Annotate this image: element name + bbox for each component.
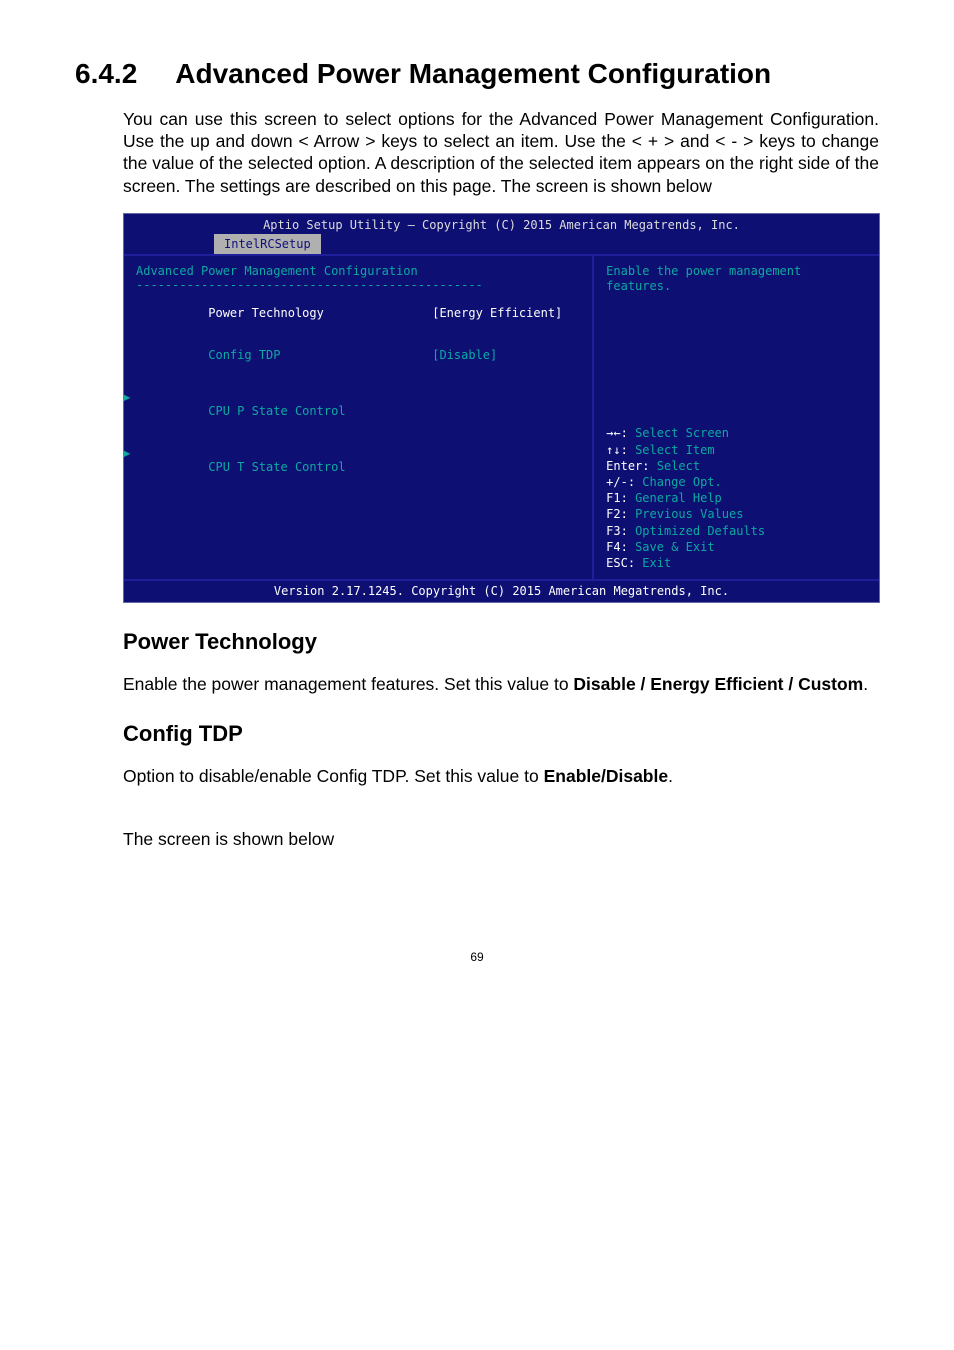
- text-bold: Disable / Energy Efficient / Custom: [573, 674, 863, 694]
- nav-text: Optimized Defaults: [628, 524, 765, 538]
- subheading-power-technology: Power Technology: [123, 629, 879, 655]
- intro-paragraph: You can use this screen to select option…: [123, 108, 879, 198]
- bios-titlebar: Aptio Setup Utility – Copyright (C) 2015…: [124, 214, 879, 232]
- nav-text: Select Screen: [628, 426, 729, 440]
- nav-key: F4:: [606, 540, 628, 554]
- bios-item-label: CPU T State Control: [208, 460, 345, 474]
- nav-text: Change Opt.: [635, 475, 722, 489]
- power-technology-description: Enable the power management features. Se…: [123, 673, 879, 696]
- bios-left-panel: Advanced Power Management Configuration …: [124, 256, 594, 579]
- section-heading: 6.4.2 Advanced Power Management Configur…: [75, 58, 879, 90]
- nav-text: Previous Values: [628, 507, 744, 521]
- nav-key: F2:: [606, 507, 628, 521]
- nav-key: →←:: [606, 426, 628, 440]
- nav-text: Select: [650, 459, 701, 473]
- page-number: 69: [75, 950, 879, 964]
- bios-screenshot: Aptio Setup Utility – Copyright (C) 2015…: [123, 213, 880, 603]
- config-tdp-description: Option to disable/enable Config TDP. Set…: [123, 765, 879, 788]
- bios-item-value: [Disable]: [432, 348, 497, 362]
- nav-key: F1:: [606, 491, 628, 505]
- section-title: Advanced Power Management Configuration: [175, 58, 771, 90]
- bios-item-value: [Energy Efficient]: [432, 306, 562, 320]
- bios-footer: Version 2.17.1245. Copyright (C) 2015 Am…: [124, 579, 879, 602]
- nav-key: ESC:: [606, 556, 635, 570]
- text-run: .: [863, 674, 868, 694]
- bios-item-power-technology[interactable]: Power Technology [Energy Efficient]: [136, 292, 580, 334]
- section-number: 6.4.2: [75, 58, 137, 90]
- nav-text: Select Item: [628, 443, 715, 457]
- nav-key: F3:: [606, 524, 628, 538]
- nav-key: Enter:: [606, 459, 649, 473]
- nav-text: Save & Exit: [628, 540, 715, 554]
- trailing-paragraph: The screen is shown below: [123, 828, 879, 851]
- bios-item-cpu-p-state[interactable]: ▶ CPU P State Control: [136, 376, 580, 432]
- nav-key: +/-:: [606, 475, 635, 489]
- bios-panel-title: Advanced Power Management Configuration: [136, 264, 580, 278]
- nav-text: Exit: [635, 556, 671, 570]
- text-bold: Enable/Disable: [544, 766, 669, 786]
- bios-item-config-tdp[interactable]: Config TDP [Disable]: [136, 334, 580, 376]
- submenu-marker-icon: ▶: [123, 446, 130, 460]
- bios-tab-intelrcsetup[interactable]: IntelRCSetup: [214, 234, 321, 254]
- bios-separator: ----------------------------------------…: [136, 278, 580, 292]
- bios-item-label: Config TDP: [208, 348, 280, 362]
- bios-item-label: Power Technology: [208, 306, 324, 320]
- bios-nav-help: →←: Select Screen ↑↓: Select Item Enter:…: [606, 425, 867, 571]
- text-run: .: [668, 766, 673, 786]
- submenu-marker-icon: ▶: [123, 390, 130, 404]
- text-run: Option to disable/enable Config TDP. Set…: [123, 766, 544, 786]
- bios-right-panel: Enable the power management features. →←…: [594, 256, 879, 579]
- nav-key: ↑↓:: [606, 443, 628, 457]
- text-run: Enable the power management features. Se…: [123, 674, 573, 694]
- bios-item-cpu-t-state[interactable]: ▶ CPU T State Control: [136, 432, 580, 488]
- nav-text: General Help: [628, 491, 722, 505]
- subheading-config-tdp: Config TDP: [123, 721, 879, 747]
- bios-item-label: CPU P State Control: [208, 404, 345, 418]
- bios-help-text: Enable the power management features.: [606, 264, 867, 294]
